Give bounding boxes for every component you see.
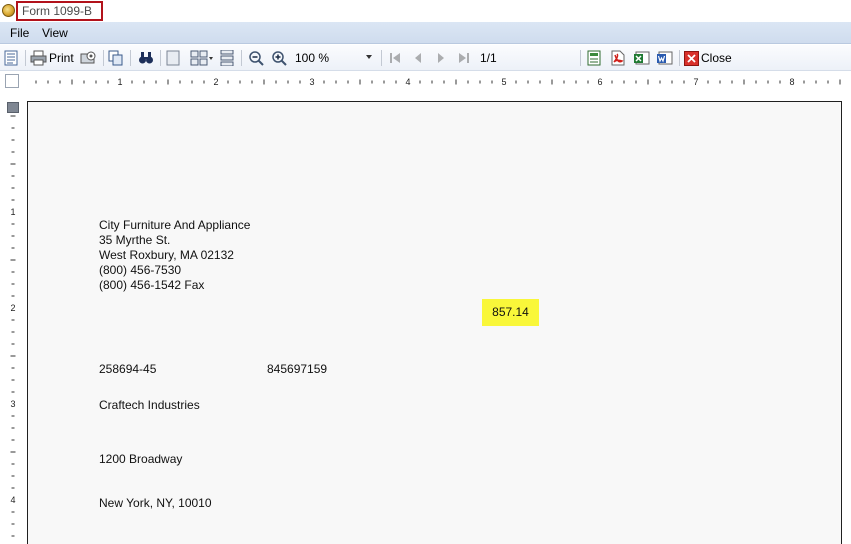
title-bar: Form 1099-B (0, 0, 851, 22)
ruler-corner (5, 74, 19, 88)
ruler-label: 4 (405, 77, 410, 87)
amount-field: 857.14 (482, 299, 539, 326)
ruler-label: 6 (597, 77, 602, 87)
payer-street: 35 Myrthe St. (99, 233, 171, 247)
single-page-icon (166, 50, 180, 66)
pdf-icon (610, 50, 626, 66)
zoom-select[interactable]: 100 % (295, 51, 329, 65)
print-label: Print (49, 51, 74, 65)
chevron-down-icon[interactable] (366, 55, 372, 59)
previous-page-icon (413, 52, 423, 64)
word-icon (656, 50, 674, 66)
first-page-icon (389, 52, 401, 64)
close-button[interactable]: Close (684, 49, 732, 67)
payer-city-state-zip: West Roxbury, MA 02132 (99, 248, 234, 262)
menu-bar: File View (0, 22, 851, 44)
zoom-in-button[interactable] (271, 49, 288, 67)
multiple-pages-icon (190, 50, 214, 66)
page-setup-button[interactable] (80, 49, 98, 67)
window-title: Form 1099-B (22, 4, 93, 18)
export-word-button[interactable] (656, 49, 674, 67)
recipient-city: New York, NY, 10010 (99, 496, 212, 510)
continuous-button[interactable] (219, 49, 235, 67)
payer-name: City Furniture And Appliance (99, 218, 251, 232)
report-page: City Furniture And Appliance 35 Myrthe S… (27, 101, 842, 544)
next-page-button[interactable] (436, 49, 446, 67)
window-title-highlight: Form 1099-B (16, 1, 103, 21)
ruler-label: 1 (10, 207, 15, 217)
print-button[interactable]: Print (30, 49, 74, 67)
recipient-street: 1200 Broadway (99, 452, 183, 466)
zoom-out-button[interactable] (248, 49, 265, 67)
ruler-label: 5 (501, 77, 506, 87)
toolbar: Print 100 % 1/1 Close (0, 45, 851, 71)
continuous-pages-icon (219, 50, 235, 66)
ruler-label: 3 (309, 77, 314, 87)
last-page-button[interactable] (458, 49, 470, 67)
horizontal-ruler: 1 2 3 4 5 6 7 8 (35, 77, 841, 87)
export-document-icon (587, 50, 603, 66)
zoom-in-icon (271, 50, 288, 67)
copy-button[interactable] (108, 49, 124, 67)
vertical-ruler: 1 2 3 4 (10, 115, 16, 537)
ruler-label: 8 (789, 77, 794, 87)
menu-file[interactable]: File (10, 26, 29, 40)
payer-phone: (800) 456-7530 (99, 263, 182, 277)
single-page-button[interactable] (166, 49, 180, 67)
multiple-pages-button[interactable] (190, 49, 214, 67)
previous-page-button[interactable] (413, 49, 423, 67)
payer-tin: 258694-45 (99, 362, 157, 376)
ruler-label: 7 (693, 77, 698, 87)
first-page-button[interactable] (389, 49, 401, 67)
ruler-label: 2 (213, 77, 218, 87)
printer-icon (30, 50, 47, 66)
close-icon (684, 50, 699, 66)
recipient-name: Craftech Industries (99, 398, 200, 412)
payer-fax: (800) 456-1542 Fax (99, 278, 205, 292)
ruler-label: 2 (10, 303, 15, 313)
menu-view[interactable]: View (42, 26, 68, 40)
export-button[interactable] (587, 49, 603, 67)
binoculars-icon (138, 50, 154, 66)
next-page-icon (436, 52, 446, 64)
export-excel-button[interactable] (633, 49, 651, 67)
zoom-out-icon (248, 50, 265, 67)
excel-icon (633, 50, 651, 66)
recipient-tin: 845697159 (267, 362, 328, 376)
copy-icon (108, 50, 124, 66)
document-map-button[interactable] (4, 49, 18, 67)
app-icon[interactable] (2, 4, 15, 17)
document-map-icon (4, 50, 18, 66)
ruler-label: 4 (10, 495, 15, 505)
ruler-label: 3 (10, 399, 15, 409)
page-indicator: 1/1 (480, 51, 497, 65)
page-setup-icon (80, 50, 98, 66)
ruler-label: 1 (117, 77, 122, 87)
last-page-icon (458, 52, 470, 64)
close-label: Close (701, 51, 732, 65)
find-button[interactable] (138, 49, 154, 67)
export-pdf-button[interactable] (610, 49, 626, 67)
